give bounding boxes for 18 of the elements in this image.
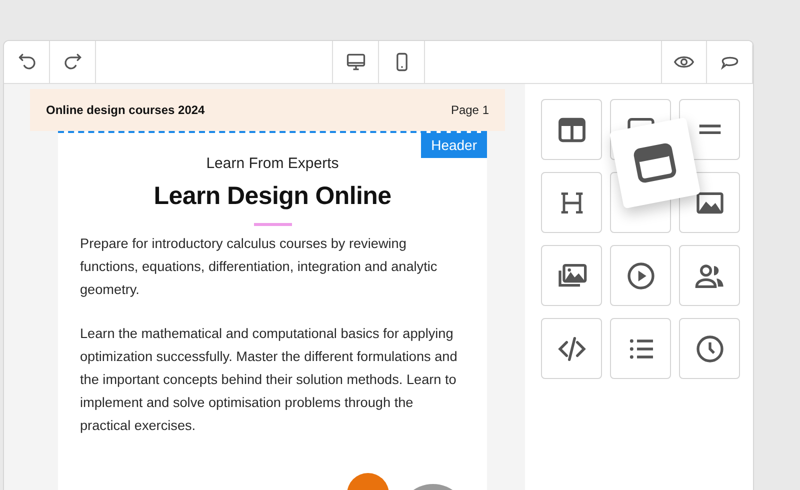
undo-icon[interactable] [4, 41, 50, 83]
section-tag: Header [421, 133, 487, 158]
gallery-icon[interactable] [541, 245, 602, 306]
clock-icon[interactable] [679, 318, 740, 379]
banner-title: Online design courses 2024 [46, 103, 205, 117]
columns-icon[interactable] [541, 99, 602, 160]
subtitle: Learn From Experts [206, 155, 339, 172]
preview-icon[interactable] [661, 41, 707, 83]
play-icon[interactable] [610, 245, 671, 306]
people-icon[interactable] [679, 245, 740, 306]
body-paragraph: Learn the mathematical and computational basics for applying optimization successfully. Master the different formulations and the important concepts behind their solution methods. Learn to implement and solve optimisation problems through the practical exercises. [80, 325, 458, 435]
body-paragraph: Prepare for introductory calculus courses by reviewing functions, equations, differentiation, integration and analytic geometry. [80, 235, 438, 299]
page-label: Page 1 [450, 103, 489, 117]
page-title: Learn Design Online [154, 182, 392, 211]
code-icon[interactable] [541, 318, 602, 379]
heading-icon[interactable] [541, 172, 602, 233]
title-underline [254, 223, 292, 226]
list-icon[interactable] [610, 318, 671, 379]
